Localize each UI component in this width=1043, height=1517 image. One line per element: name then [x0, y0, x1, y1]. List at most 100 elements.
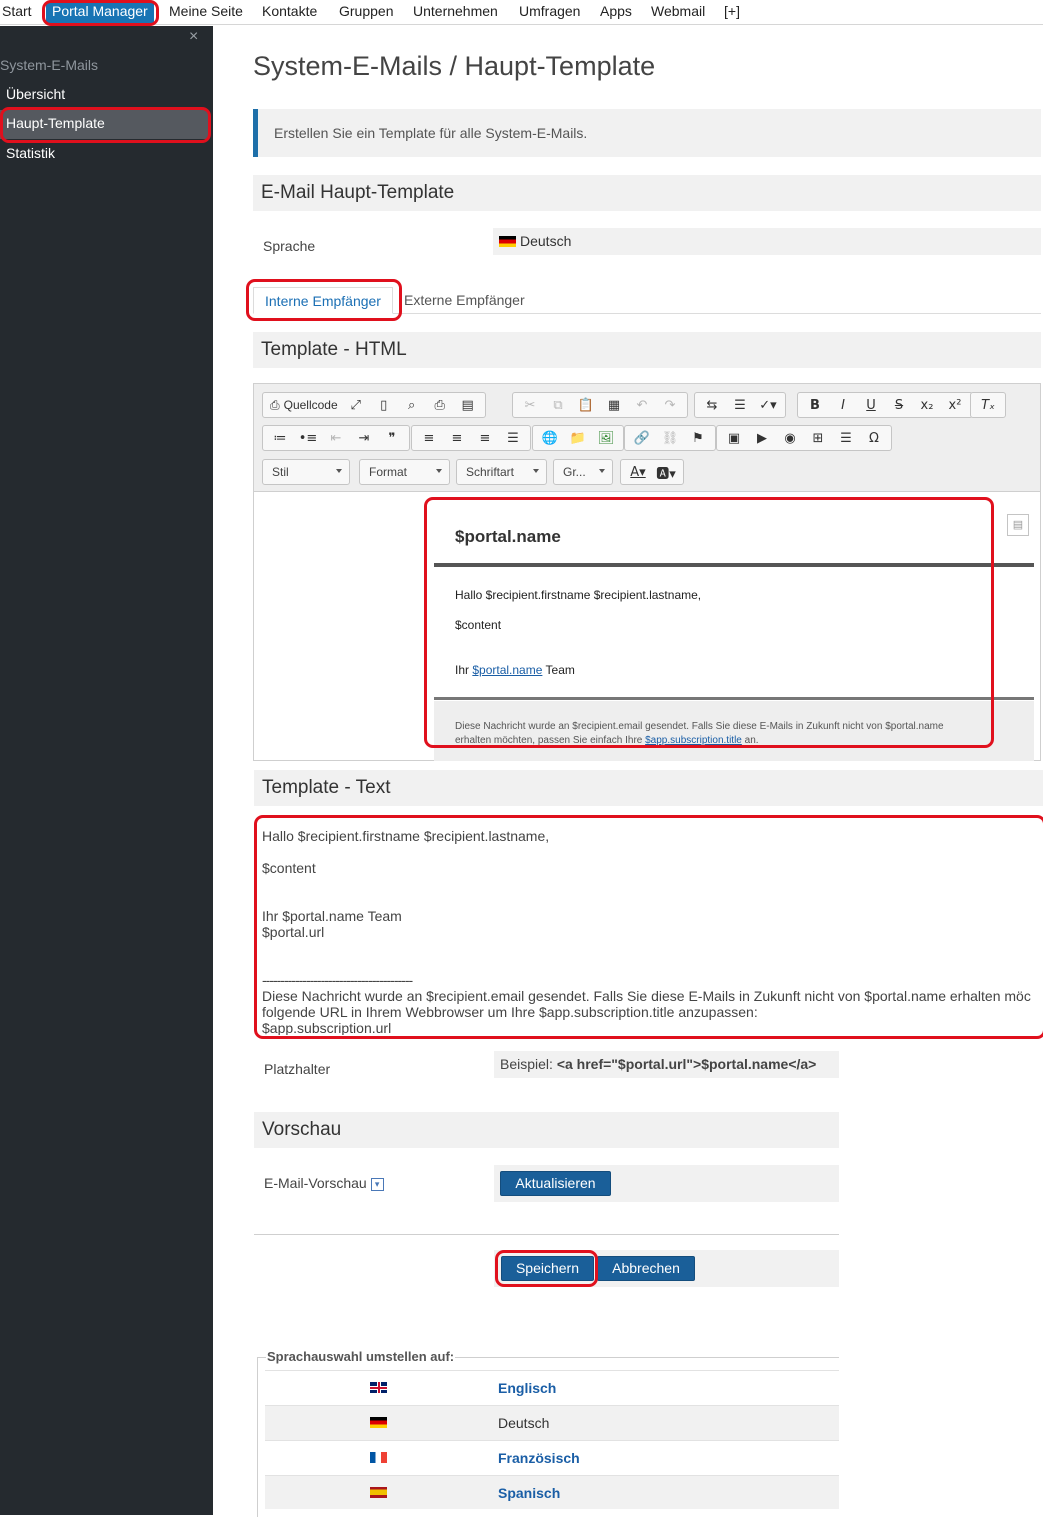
language-link-spanish[interactable]: Spanisch [498, 1485, 560, 1501]
maximize-icon[interactable]: ⤢ [342, 394, 370, 416]
sidebar-item-uebersicht[interactable]: Übersicht [0, 81, 208, 110]
bulleted-list-icon[interactable]: •≡ [294, 427, 322, 449]
toolbar-group-removeformat: Tₓ [970, 392, 1006, 418]
preview-icon[interactable]: ⌕ [398, 394, 426, 416]
superscript-icon[interactable]: x² [941, 394, 969, 416]
language-row-spanish[interactable]: Spanisch [265, 1475, 839, 1509]
mail-footer: Diese Nachricht wurde an $recipient.emai… [434, 701, 1034, 761]
section-template-html: Template - HTML [253, 332, 1041, 368]
nav-meine-seite[interactable]: Meine Seite [169, 3, 243, 19]
language-link-english[interactable]: Englisch [498, 1380, 556, 1396]
indent-icon[interactable]: ⇥ [350, 427, 378, 449]
text-color-icon[interactable]: A▾ [624, 461, 652, 483]
align-justify-icon[interactable]: ☰ [499, 427, 527, 449]
align-left-icon[interactable]: ≡ [415, 427, 443, 449]
chevron-down-icon [436, 469, 442, 473]
language-row-french[interactable]: Französisch [265, 1440, 839, 1475]
paste-icon[interactable]: 📋 [572, 394, 600, 416]
align-right-icon[interactable]: ≡ [471, 427, 499, 449]
flash-icon[interactable]: ◉ [776, 427, 804, 449]
refresh-button[interactable]: Aktualisieren [500, 1171, 611, 1196]
align-center-icon[interactable]: ≡ [443, 427, 471, 449]
blockquote-icon[interactable]: ❞ [378, 427, 406, 449]
page-title: System-E-Mails / Haupt-Template [253, 51, 656, 81]
redo-icon[interactable]: ↷ [656, 394, 684, 416]
nav-apps[interactable]: Apps [600, 3, 632, 19]
anchor-icon[interactable]: ⚑ [684, 427, 712, 449]
unlink-icon[interactable]: ⛓ [656, 427, 684, 449]
strike-icon[interactable]: S [885, 394, 913, 416]
nav-portal-manager[interactable]: Portal Manager [46, 2, 154, 23]
close-icon[interactable]: × [189, 28, 198, 46]
tab-interne-empfaenger[interactable]: Interne Empfänger [253, 287, 393, 314]
underline-icon[interactable]: U [857, 394, 885, 416]
italic-icon[interactable]: I [829, 394, 857, 416]
link-icon[interactable]: 🔗 [628, 427, 656, 449]
language-link-french[interactable]: Französisch [498, 1450, 580, 1466]
file-manager-icon[interactable]: 📁 [564, 427, 592, 449]
toggle-dropdown-icon[interactable]: ▾ [370, 1178, 384, 1191]
video-icon[interactable]: ▶ [748, 427, 776, 449]
find-replace-icon[interactable]: ⇆ [698, 394, 726, 416]
language-row-english[interactable]: Englisch [265, 1370, 839, 1405]
mail-greeting: Hallo $recipient.firstname $recipient.la… [455, 588, 702, 602]
outdent-icon[interactable]: ⇤ [322, 427, 350, 449]
nav-add-tab[interactable]: [+] [724, 3, 740, 19]
nav-gruppen[interactable]: Gruppen [339, 3, 393, 19]
nav-kontakte[interactable]: Kontakte [262, 3, 317, 19]
toolbar-group-align: ≡ ≡ ≡ ☰ [411, 425, 531, 451]
image-manager-icon[interactable]: 🖼 [592, 427, 620, 449]
mail-sign-prefix: Ihr [455, 663, 470, 677]
nav-webmail[interactable]: Webmail [651, 3, 705, 19]
special-char-icon[interactable]: Ω [860, 427, 888, 449]
save-button[interactable]: Speichern [501, 1256, 594, 1281]
toolbar-group-editing: ⇆ ☰ ✓▾ [694, 392, 786, 418]
bg-color-icon[interactable]: 🅰▾ [652, 461, 680, 483]
format-select-label: Format [369, 465, 408, 479]
info-box: Erstellen Sie ein Template für alle Syst… [253, 109, 1041, 157]
text-line: ----------------------------------------… [262, 972, 413, 988]
form-divider [254, 1234, 839, 1235]
nav-start[interactable]: Start [2, 3, 32, 19]
cut-icon[interactable]: ✂ [516, 394, 544, 416]
copy-icon[interactable]: ⧉ [544, 394, 572, 416]
sidebar-item-haupt-template[interactable]: Haupt-Template [0, 110, 208, 139]
size-select[interactable]: Gr... [553, 459, 613, 485]
select-all-icon[interactable]: ☰ [726, 394, 754, 416]
new-page-icon[interactable]: ▯ [370, 394, 398, 416]
tab-externe-empfaenger[interactable]: Externe Empfänger [404, 292, 525, 308]
sidebar-item-statistik[interactable]: Statistik [0, 140, 208, 169]
toolbar-group-insert: ▣ ▶ ◉ ⊞ ☰ Ω [716, 425, 892, 451]
image-icon[interactable]: ▣ [720, 427, 748, 449]
format-select[interactable]: Format [359, 459, 450, 485]
nav-umfragen[interactable]: Umfragen [519, 3, 580, 19]
mail-subscription-link[interactable]: $app.subscription.title [645, 735, 742, 746]
text-template-textarea[interactable]: Hallo $recipient.firstname $recipient.la… [254, 817, 1043, 1035]
undo-icon[interactable]: ↶ [628, 394, 656, 416]
placeholder-code: <a href="$portal.url">$portal.name</a> [556, 1056, 817, 1072]
placeholder-example: Beispiel: <a href="$portal.url">$portal.… [494, 1051, 839, 1078]
text-line: Hallo $recipient.firstname $recipient.la… [262, 828, 550, 844]
spellcheck-icon[interactable]: ✓▾ [754, 394, 782, 416]
print-icon[interactable]: ⎙ [426, 394, 454, 416]
mail-footer-line2: erhalten möchten, passen Sie einfach Ihr… [455, 734, 1013, 748]
numbered-list-icon[interactable]: ≔ [266, 427, 294, 449]
editor-toolbar: ⎙ Quellcode ⤢ ▯ ⌕ ⎙ ▤ ✂ ⧉ 📋 ▦ ↶ ↷ ⇆ ☰ ✓▾ … [254, 384, 1040, 492]
flag-es-icon [370, 1487, 387, 1498]
style-select[interactable]: Stil [262, 459, 350, 485]
cancel-button[interactable]: Abbrechen [597, 1256, 695, 1281]
document-icon[interactable]: ▤ [1007, 514, 1029, 536]
templates-icon[interactable]: ▤ [454, 394, 482, 416]
globe-icon[interactable]: 🌐 [536, 427, 564, 449]
remove-format-icon[interactable]: Tₓ [974, 394, 1002, 416]
nav-unternehmen[interactable]: Unternehmen [413, 3, 498, 19]
table-icon[interactable]: ⊞ [804, 427, 832, 449]
mail-portal-link[interactable]: $portal.name [472, 663, 542, 677]
paste-text-icon[interactable]: ▦ [600, 394, 628, 416]
editor-content-area[interactable]: $portal.name Hallo $recipient.firstname … [254, 493, 1040, 761]
source-button[interactable]: ⎙ Quellcode [266, 394, 342, 416]
horizontal-rule-icon[interactable]: ☰ [832, 427, 860, 449]
font-select[interactable]: Schriftart [456, 459, 547, 485]
bold-icon[interactable]: B [801, 394, 829, 416]
subscript-icon[interactable]: x₂ [913, 394, 941, 416]
